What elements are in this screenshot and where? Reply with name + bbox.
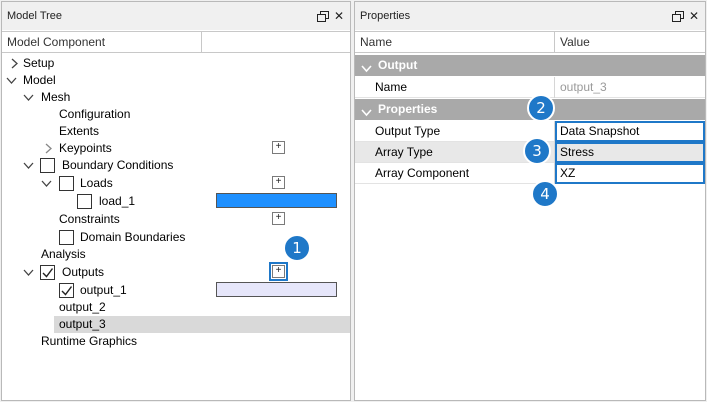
boundary-conditions-checkbox[interactable]: [40, 158, 55, 173]
chevron-down-icon[interactable]: [23, 160, 34, 171]
tree-item-label: Constraints: [59, 212, 120, 226]
tree-item-label: Keypoints: [59, 141, 112, 155]
output-type-field[interactable]: Data Snapshot: [555, 121, 705, 142]
property-value-name: output_3: [555, 77, 705, 98]
tree-item-label: output_1: [80, 283, 127, 297]
float-window-icon[interactable]: [671, 11, 684, 22]
tree-item-label: Configuration: [59, 107, 131, 121]
load-1-checkbox[interactable]: [77, 194, 92, 209]
chevron-down-icon[interactable]: [23, 267, 34, 278]
header-divider[interactable]: [201, 32, 202, 53]
property-name: Array Component: [355, 163, 554, 184]
domain-boundaries-checkbox[interactable]: [59, 230, 74, 245]
name-column-header[interactable]: Name: [355, 32, 392, 53]
array-component-field[interactable]: XZ: [555, 163, 705, 184]
tree-item-label: output_2: [59, 300, 106, 314]
tree-item-model[interactable]: Model: [2, 72, 350, 89]
callout-badge-2: 2: [527, 94, 555, 122]
group-output[interactable]: Output: [355, 55, 705, 76]
tree-item-constraints[interactable]: Constraints +: [2, 211, 350, 228]
loads-checkbox[interactable]: [59, 176, 74, 191]
property-row-array-component[interactable]: Array Component XZ: [355, 163, 705, 184]
tree-item-output-3[interactable]: output_3: [2, 316, 350, 333]
chevron-right-icon[interactable]: [43, 143, 54, 154]
chevron-right-icon[interactable]: [9, 58, 20, 69]
tree-item-extents[interactable]: Extents: [2, 123, 350, 140]
add-constraint-button[interactable]: +: [272, 212, 285, 225]
tree-item-load-1[interactable]: load_1: [2, 193, 350, 210]
chevron-down-icon[interactable]: [41, 178, 52, 189]
model-tree-panel: Model Tree ✕ Model Component Setup Model…: [1, 1, 351, 401]
float-window-icon[interactable]: [316, 11, 329, 22]
tree-item-label: Model: [23, 73, 56, 87]
outputs-checkbox[interactable]: [40, 265, 55, 280]
tree-item-label: Loads: [80, 176, 113, 190]
load-1-color-swatch[interactable]: [216, 193, 337, 208]
output-1-color-swatch[interactable]: [216, 282, 337, 297]
group-label: Output: [378, 58, 418, 72]
tree-item-outputs[interactable]: Outputs +: [2, 262, 350, 281]
tree-item-setup[interactable]: Setup: [2, 55, 350, 72]
tree-item-keypoints[interactable]: Keypoints +: [2, 140, 350, 157]
tree-item-label: Setup: [23, 56, 55, 70]
tree-item-label: Boundary Conditions: [62, 158, 174, 172]
tree-item-loads[interactable]: Loads +: [2, 175, 350, 192]
tree-item-label: Runtime Graphics: [41, 334, 138, 348]
array-type-field[interactable]: Stress: [555, 142, 705, 163]
tree-item-label: Mesh: [41, 90, 71, 104]
properties-titlebar: Properties ✕: [355, 2, 705, 30]
chevron-down-icon[interactable]: [6, 75, 17, 86]
properties-title: Properties: [360, 10, 411, 22]
callout-badge-4: 4: [531, 180, 559, 208]
tree-item-configuration[interactable]: Configuration: [2, 106, 350, 123]
group-label: Properties: [378, 102, 438, 116]
tree-item-label: load_1: [99, 194, 136, 208]
add-keypoint-button[interactable]: +: [272, 141, 285, 154]
tree-item-label: Domain Boundaries: [80, 230, 186, 244]
add-load-button[interactable]: +: [272, 176, 285, 189]
output-1-checkbox[interactable]: [59, 283, 74, 298]
property-row-name[interactable]: Name output_3: [355, 77, 705, 98]
model-tree-titlebar: Model Tree ✕: [2, 2, 350, 30]
callout-badge-3: 3: [523, 137, 551, 165]
tree-item-output-1[interactable]: output_1: [2, 282, 350, 299]
tree-item-label: Outputs: [62, 265, 105, 279]
tree-item-mesh[interactable]: Mesh: [2, 89, 350, 106]
tree-item-output-2[interactable]: output_2: [2, 299, 350, 316]
property-name: Output Type: [355, 121, 554, 142]
add-output-button[interactable]: +: [269, 262, 288, 281]
tree-item-label: output_3: [59, 317, 106, 331]
tree-item-label: Analysis: [41, 247, 86, 261]
tree-item-runtime-graphics[interactable]: Runtime Graphics: [2, 333, 350, 350]
tree-item-label: Extents: [59, 124, 100, 138]
callout-badge-1: 1: [283, 234, 311, 262]
model-tree-title: Model Tree: [7, 10, 63, 22]
properties-panel: Properties ✕ Name Value Output Name outp…: [354, 1, 706, 401]
property-name: Name: [355, 77, 554, 98]
chevron-down-icon[interactable]: [23, 92, 34, 103]
model-component-header[interactable]: Model Component: [2, 32, 105, 53]
model-tree-header: Model Component: [2, 31, 350, 53]
properties-header: Name Value: [355, 31, 705, 53]
tree-item-boundary-conditions[interactable]: Boundary Conditions: [2, 157, 350, 174]
value-column-header[interactable]: Value: [555, 32, 590, 53]
close-icon[interactable]: ✕: [689, 10, 699, 22]
close-icon[interactable]: ✕: [334, 10, 344, 22]
